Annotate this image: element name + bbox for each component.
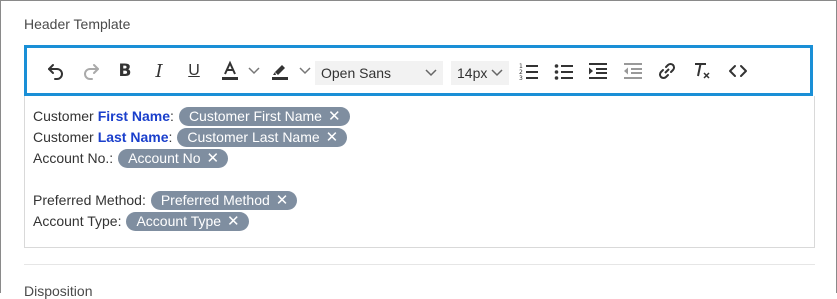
merge-field-chip: Customer First Name ✕ bbox=[178, 106, 350, 126]
line-suffix: : bbox=[168, 129, 173, 145]
editor-line: Customer Last Name : Customer Last Name … bbox=[33, 127, 348, 147]
font-family-select[interactable]: Open Sans bbox=[315, 61, 443, 85]
bullet-list-button[interactable] bbox=[553, 59, 575, 83]
chevron-down-icon bbox=[491, 69, 503, 77]
indent-icon bbox=[589, 63, 607, 79]
merge-field-chip: Preferred Method ✕ bbox=[150, 190, 298, 210]
merge-field-chip: Account No ✕ bbox=[118, 148, 229, 168]
bold-icon: B bbox=[118, 61, 132, 81]
italic-button[interactable]: I bbox=[149, 59, 169, 83]
chevron-down-icon bbox=[425, 69, 437, 77]
clear-format-button[interactable] bbox=[691, 59, 713, 83]
underline-button[interactable]: U bbox=[184, 59, 204, 83]
redo-button[interactable] bbox=[79, 59, 103, 83]
highlight-icon bbox=[272, 65, 288, 80]
line-label: Customer bbox=[33, 108, 94, 124]
editor-line: Account Type: Account Type ✕ bbox=[33, 211, 249, 231]
italic-icon: I bbox=[155, 60, 163, 82]
code-icon bbox=[729, 65, 747, 77]
chevron-down-icon bbox=[248, 67, 260, 75]
editor-toolbar: B I U Open Sans 14px 1 2 3 bbox=[24, 45, 813, 96]
undo-button[interactable] bbox=[44, 59, 68, 83]
chip-label: Account Type bbox=[136, 213, 222, 229]
outdent-icon bbox=[624, 63, 642, 79]
ordered-list-icon: 1 2 3 bbox=[519, 63, 538, 81]
close-icon[interactable]: ✕ bbox=[276, 193, 289, 208]
text-color-button[interactable] bbox=[218, 59, 242, 83]
bullet-list-icon bbox=[554, 64, 573, 80]
section-title: Header Template bbox=[24, 16, 131, 32]
clear-format-icon bbox=[695, 63, 710, 79]
line-strong-label: Last Name bbox=[97, 129, 169, 145]
close-icon[interactable]: ✕ bbox=[227, 214, 240, 229]
link-icon bbox=[658, 62, 676, 80]
panel: Header Template B I U Open Sans 14px 1 2… bbox=[0, 0, 837, 299]
code-view-button[interactable] bbox=[726, 59, 750, 83]
link-button[interactable] bbox=[656, 59, 678, 83]
indent-button[interactable] bbox=[587, 59, 609, 83]
editor-content[interactable]: Customer First Name : Customer First Nam… bbox=[24, 96, 815, 248]
text-color-dropdown[interactable] bbox=[246, 59, 262, 83]
line-label: Account Type: bbox=[33, 213, 122, 229]
close-icon[interactable]: ✕ bbox=[207, 151, 220, 166]
chip-label: Preferred Method bbox=[160, 192, 270, 208]
line-strong-label: First Name bbox=[97, 108, 171, 124]
merge-field-chip: Customer Last Name ✕ bbox=[177, 127, 348, 147]
highlight-dropdown[interactable] bbox=[297, 59, 313, 83]
chip-label: Customer Last Name bbox=[187, 129, 320, 145]
underline-icon: U bbox=[188, 62, 200, 79]
merge-field-chip: Account Type ✕ bbox=[126, 211, 249, 231]
line-label: Account No.: bbox=[33, 150, 114, 166]
bold-button[interactable]: B bbox=[115, 59, 135, 83]
font-family-value: Open Sans bbox=[321, 65, 392, 81]
section-divider bbox=[24, 264, 815, 265]
ordered-list-button[interactable]: 1 2 3 bbox=[518, 59, 540, 83]
svg-text:3: 3 bbox=[519, 75, 523, 81]
next-section-title: Disposition bbox=[24, 283, 93, 299]
line-label: Customer bbox=[33, 129, 94, 145]
undo-icon bbox=[48, 64, 63, 80]
close-icon[interactable]: ✕ bbox=[328, 109, 341, 124]
text-color-icon bbox=[222, 60, 238, 80]
editor-line: Customer First Name : Customer First Nam… bbox=[33, 106, 350, 126]
highlight-button[interactable] bbox=[268, 59, 292, 83]
line-label: Preferred Method: bbox=[33, 192, 146, 208]
chip-label: Customer First Name bbox=[188, 108, 322, 124]
font-size-select[interactable]: 14px bbox=[451, 61, 509, 85]
editor-line: Preferred Method: Preferred Method ✕ bbox=[33, 190, 298, 210]
redo-icon bbox=[84, 64, 99, 80]
editor-line: Account No.: Account No ✕ bbox=[33, 148, 229, 168]
chip-label: Account No bbox=[128, 150, 201, 166]
outdent-button[interactable] bbox=[622, 59, 644, 83]
close-icon[interactable]: ✕ bbox=[326, 130, 339, 145]
line-suffix: : bbox=[170, 108, 174, 124]
font-size-value: 14px bbox=[457, 65, 488, 81]
chevron-down-icon bbox=[299, 67, 311, 75]
